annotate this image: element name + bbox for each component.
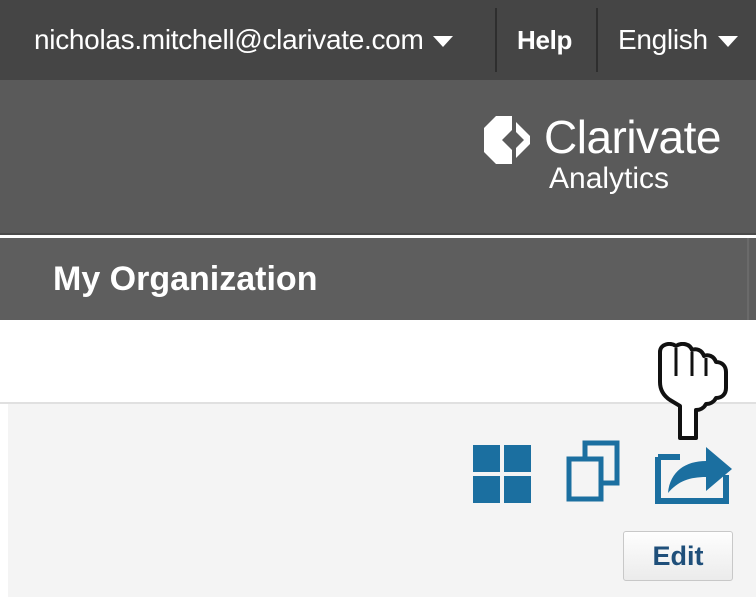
chevron-down-icon xyxy=(433,35,454,47)
language-label: English xyxy=(618,24,708,55)
nav-item-label: My Organization xyxy=(53,259,318,298)
account-bar: nicholas.mitchell@clarivate.com Help Eng… xyxy=(0,0,756,80)
language-menu[interactable]: English xyxy=(618,0,738,80)
edit-button[interactable]: Edit xyxy=(623,531,733,581)
user-email: nicholas.mitchell@clarivate.com xyxy=(34,24,424,55)
separator xyxy=(495,8,497,72)
main-nav: My Organization xyxy=(0,238,756,320)
grid-icon[interactable] xyxy=(473,445,531,503)
brand-name: Clarivate xyxy=(544,111,722,163)
separator xyxy=(596,8,598,72)
nav-item-my-organization[interactable]: My Organization xyxy=(53,238,317,320)
nav-divider xyxy=(747,238,749,320)
share-icon[interactable] xyxy=(654,435,734,505)
user-menu[interactable]: nicholas.mitchell@clarivate.com xyxy=(34,0,454,80)
brand-logo[interactable]: Clarivate Analytics xyxy=(482,109,756,209)
chevron-down-icon xyxy=(717,35,738,47)
help-label: Help xyxy=(517,24,573,55)
help-link[interactable]: Help xyxy=(517,0,572,80)
header-band: Clarivate Analytics xyxy=(0,80,756,235)
brand-subtitle: Analytics xyxy=(549,162,670,195)
page: nicholas.mitchell@clarivate.com Help Eng… xyxy=(0,0,756,597)
edit-button-label: Edit xyxy=(652,540,704,571)
copy-icon[interactable] xyxy=(565,440,621,502)
clarivate-logo-icon xyxy=(484,116,530,164)
